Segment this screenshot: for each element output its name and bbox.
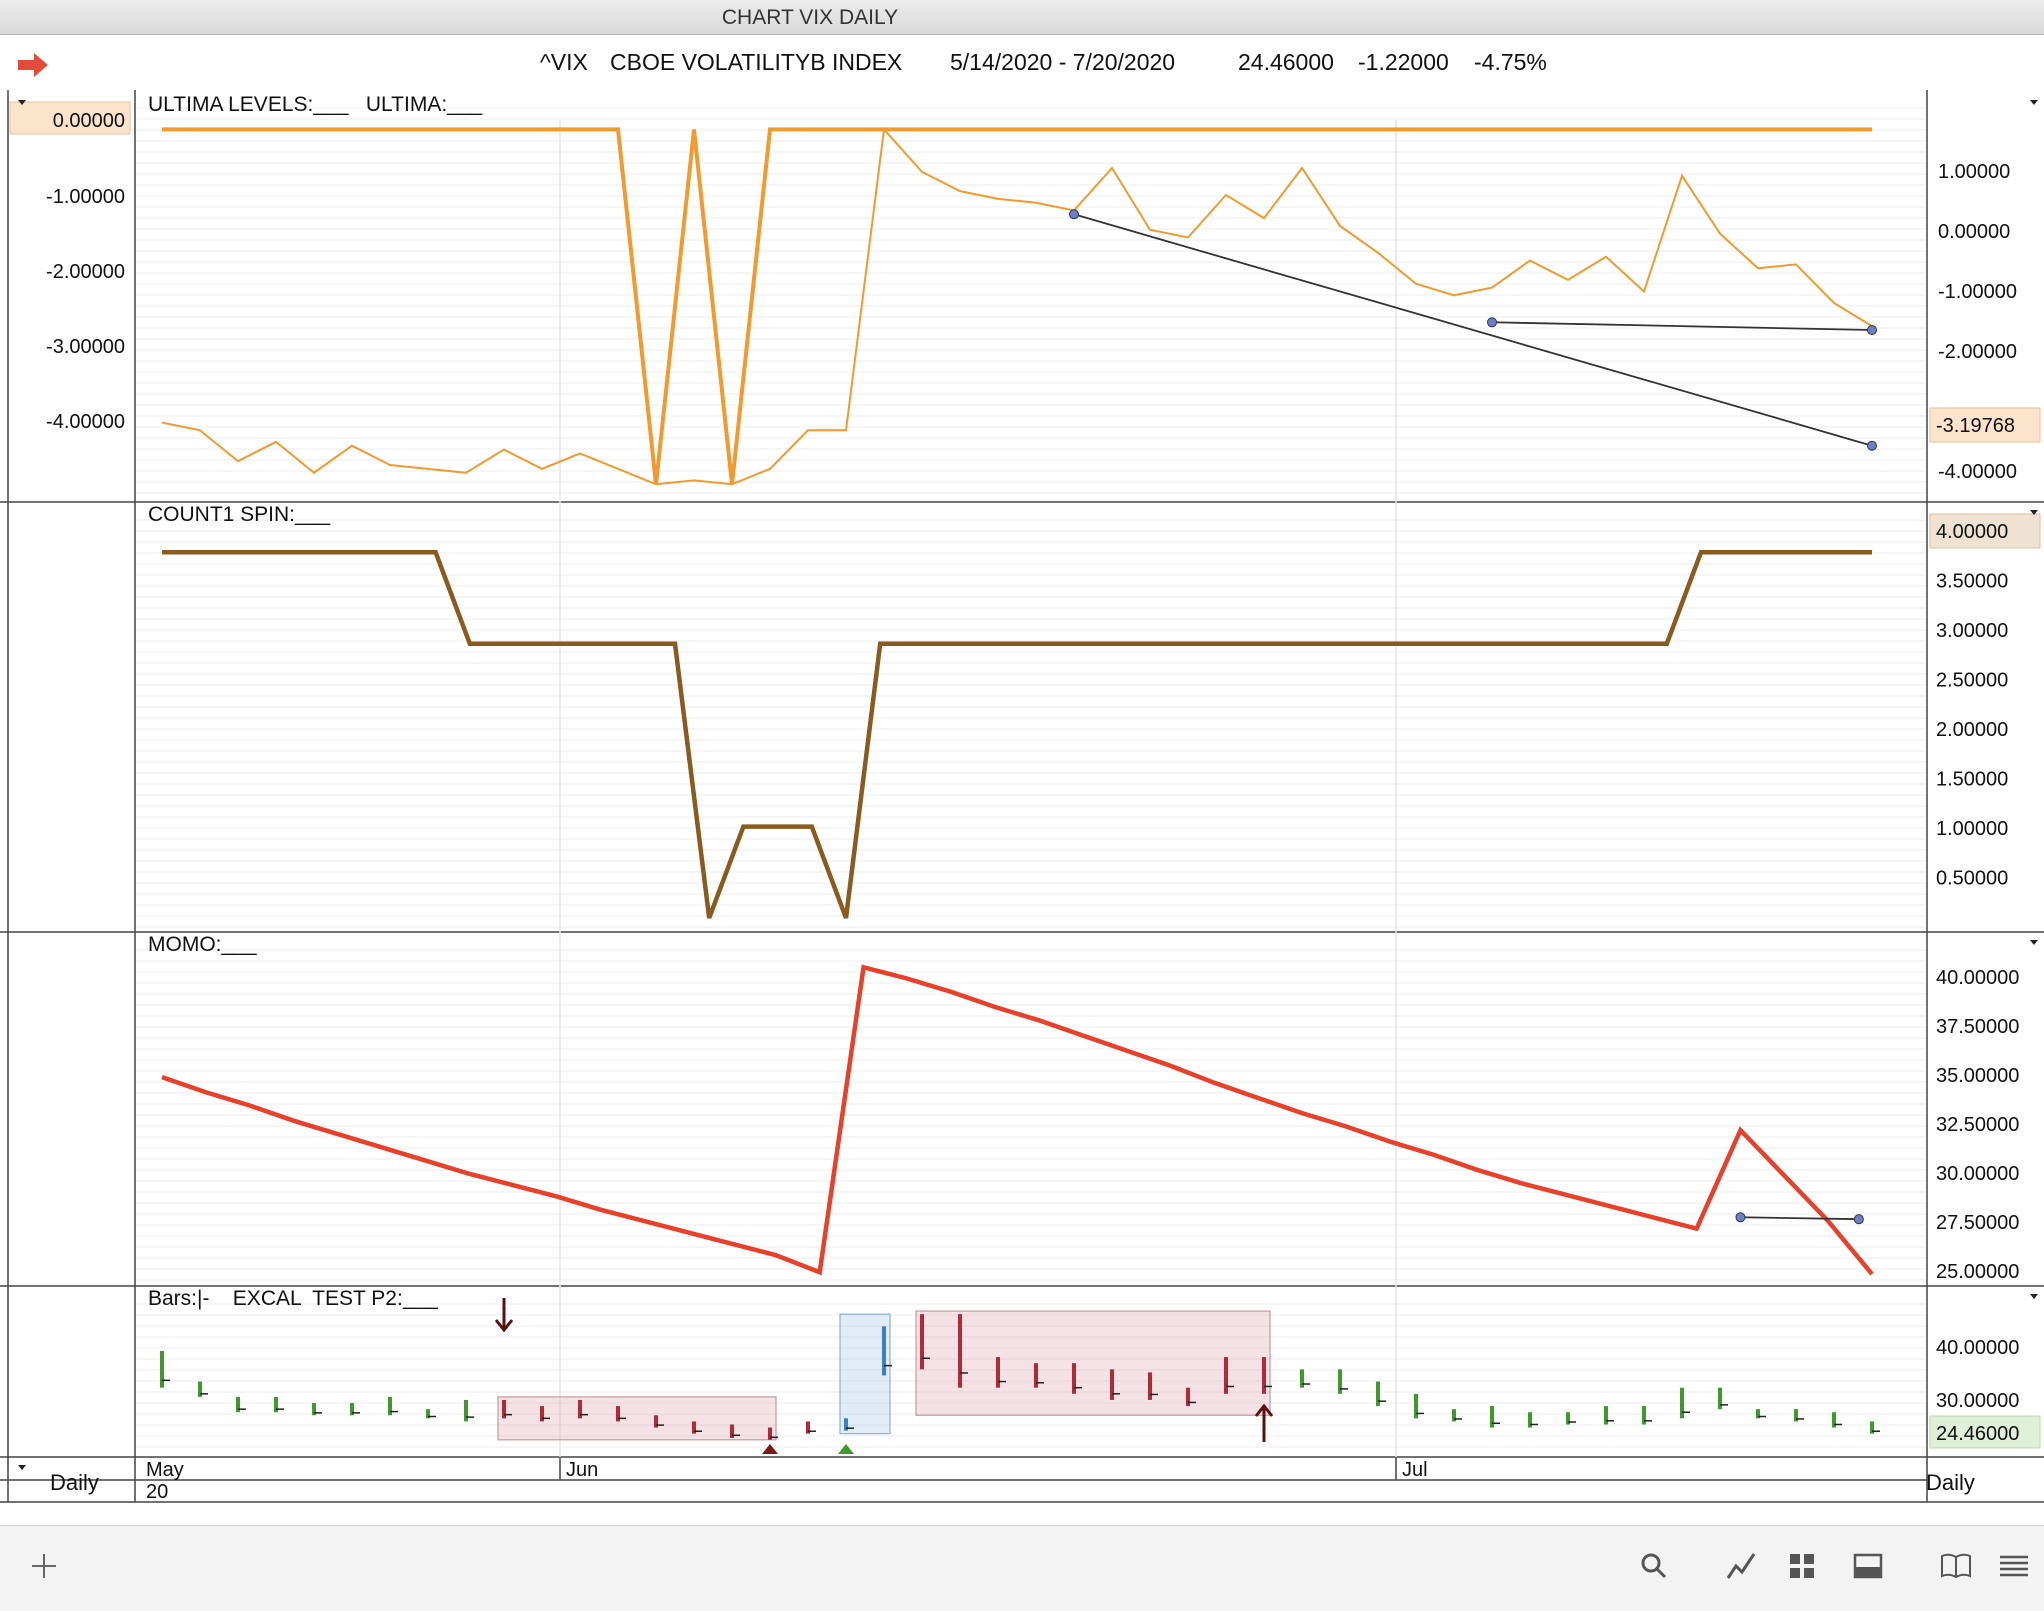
momo-right-tick: 40.00000: [1936, 967, 2019, 989]
bottom-toolbar: [0, 1525, 2044, 1611]
price-change: -1.22000: [1358, 49, 1449, 75]
panel-layout-icon[interactable]: [1848, 1546, 1888, 1586]
count1-right-tick: 1.50000: [1936, 769, 2008, 791]
momo-right-tick: 27.50000: [1936, 1212, 2019, 1234]
momo-right-tick: 25.00000: [1936, 1261, 2019, 1283]
line-chart-icon[interactable]: [1722, 1546, 1762, 1586]
count1-right-tick: 3.50000: [1936, 571, 2008, 593]
search-icon[interactable]: [1634, 1546, 1674, 1586]
last-price: 24.46000: [1238, 49, 1334, 75]
count1-right-tick: 1.00000: [1936, 818, 2008, 840]
count1-legend: COUNT1 SPIN:___: [148, 503, 331, 526]
bars-right-tick: 40.00000: [1936, 1337, 2019, 1359]
momo-right-tick: 37.50000: [1936, 1016, 2019, 1038]
count1-right-highlight-label: 4.00000: [1936, 521, 2008, 543]
x-axis-month-label: May: [146, 1459, 184, 1481]
momo-right-tick: 30.00000: [1936, 1163, 2019, 1185]
grid-layout-icon[interactable]: [1782, 1546, 1822, 1586]
trendline-handle: [1867, 440, 1877, 451]
ultima-legend: ULTIMA LEVELS:___ ULTIMA:___: [148, 93, 483, 116]
bars-legend: Bars:|- EXCAL TEST P2:___: [148, 1287, 438, 1310]
window-title: CHART VIX DAILY: [721, 6, 899, 29]
trendline-handle: [1487, 317, 1497, 328]
count1-right-tick: 3.00000: [1936, 620, 2008, 642]
excal-zone-box: [915, 1310, 1271, 1416]
ultima-right-tick: -2.00000: [1938, 341, 2017, 363]
momo-right-tick: 32.50000: [1936, 1114, 2019, 1136]
trendline-handle: [1853, 1214, 1864, 1225]
ultima-right-tick: -4.00000: [1938, 461, 2017, 483]
trendline-handle: [1867, 325, 1877, 335]
trendline-handle: [1735, 1212, 1746, 1223]
ultima-left-tick: -4.00000: [46, 411, 125, 433]
menu-icon[interactable]: [1994, 1546, 2034, 1586]
count1-right-tick: 2.00000: [1936, 719, 2008, 741]
excal-zone-box: [497, 1396, 777, 1441]
price-change-pct: -4.75%: [1474, 49, 1547, 75]
forward-arrow-icon[interactable]: [16, 51, 50, 79]
x-axis-month-label: 20: [146, 1481, 168, 1503]
ultima-left-tick: -3.00000: [46, 336, 125, 358]
date-range: 5/14/2020 - 7/20/2020: [950, 49, 1176, 75]
chart-header: ^VIX CBOE VOLATILITYB INDEX 5/14/2020 - …: [0, 35, 2044, 91]
x-axis-month-label: Jul: [1402, 1459, 1428, 1481]
period-selector-left[interactable]: Daily: [50, 1470, 99, 1496]
ultima-right-tick: 1.00000: [1938, 161, 2010, 183]
ultima-left-tick: -2.00000: [46, 261, 125, 283]
count1-right-tick: 0.50000: [1936, 868, 2008, 890]
trendline-handle: [1069, 209, 1079, 220]
ultima-left-highlight-label: 0.00000: [53, 110, 125, 132]
bars-right-highlight-label: 24.46000: [1936, 1423, 2019, 1445]
window-titlebar: CHART VIX DAILY: [0, 0, 2044, 35]
add-icon[interactable]: [24, 1546, 64, 1586]
momo-legend: MOMO:___: [148, 933, 257, 956]
bars-right-tick: 30.00000: [1936, 1390, 2019, 1412]
ultima-right-tick: -1.00000: [1938, 281, 2017, 303]
count1-right-tick: 2.50000: [1936, 670, 2008, 692]
period-selector-right[interactable]: Daily: [1926, 1470, 1975, 1496]
ultima-right-tick: 0.00000: [1938, 221, 2010, 243]
book-icon[interactable]: [1936, 1546, 1976, 1586]
symbol-ticker: ^VIX: [540, 49, 588, 75]
ultima-left-tick: -1.00000: [46, 186, 125, 208]
ultima-right-highlight-label: -3.19768: [1936, 415, 2015, 437]
symbol-name: CBOE VOLATILITYB INDEX: [610, 49, 903, 75]
momo-right-tick: 35.00000: [1936, 1065, 2019, 1087]
x-axis-month-label: Jun: [566, 1459, 598, 1481]
